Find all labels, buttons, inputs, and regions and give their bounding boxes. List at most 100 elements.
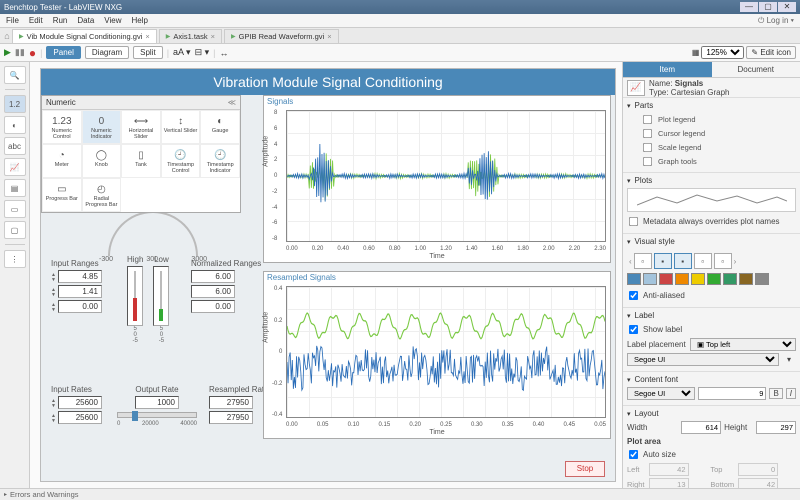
stop-button[interactable]: Stop [565, 461, 605, 477]
collapse-icon[interactable]: ≪ [228, 98, 236, 107]
input-range-field[interactable]: 0.00 [58, 300, 102, 313]
input-range-field[interactable]: 1.41 [58, 285, 102, 298]
font-button[interactable]: aA ▾ [173, 47, 191, 58]
menu-run[interactable]: Run [53, 16, 68, 25]
palette-item[interactable]: ⟷Horizontal Slider [121, 110, 161, 144]
palette-item[interactable]: ▭Progress Bar [42, 178, 82, 212]
close-icon[interactable]: × [327, 32, 331, 41]
palette-search[interactable]: 🔍 [4, 66, 26, 84]
palette-string[interactable]: abc [4, 137, 26, 155]
metadata-override-checkbox[interactable] [629, 217, 638, 226]
resampled-rate-field: 27950 [209, 411, 253, 424]
palette-boolean[interactable]: ◐ [4, 116, 26, 134]
input-range-field[interactable]: 4.85 [58, 270, 102, 283]
output-rate-field[interactable]: 1000 [135, 396, 179, 409]
menu-edit[interactable]: Edit [29, 16, 43, 25]
menu-help[interactable]: Help [131, 16, 147, 25]
input-rate-field[interactable]: 25600 [58, 411, 102, 424]
width-field[interactable] [681, 421, 721, 434]
palette-numeric[interactable]: 1.2 [4, 95, 26, 113]
view-split-button[interactable]: Split [133, 46, 163, 59]
palette-item[interactable]: 🕘Timestamp Control [161, 144, 201, 178]
output-rate-slider[interactable] [117, 412, 197, 418]
parts-scale-legend[interactable]: Scale legend [641, 141, 796, 154]
color-swatch[interactable] [723, 273, 737, 285]
login-link[interactable]: ⏻ Log in ▾ [758, 16, 794, 26]
palette-item[interactable]: ◔Meter [42, 144, 82, 178]
high-low-sliders: High 50-5 Low 50-5 [127, 255, 169, 344]
color-swatch[interactable] [755, 273, 769, 285]
menu-data[interactable]: Data [77, 16, 94, 25]
parts-cursor-legend[interactable]: Cursor legend [641, 127, 796, 140]
zoom-select[interactable]: 125% [701, 46, 744, 59]
document-tab[interactable]: ▶GPIB Read Waveform.gvi× [224, 29, 339, 43]
palette-item[interactable]: ◯Knob [82, 144, 122, 178]
normalized-ranges-cluster: Normalized Ranges 6.00 6.00 0.00 [191, 259, 261, 315]
label-font-select[interactable]: Segoe UI [627, 353, 779, 366]
palette-decoration[interactable]: ▢ [4, 221, 26, 239]
style-selector[interactable]: ‹ ▫▪▪▫▫ › [627, 249, 796, 273]
color-swatch[interactable] [691, 273, 705, 285]
close-icon[interactable]: × [145, 32, 149, 41]
color-swatch[interactable] [739, 273, 753, 285]
resampled-rate-field: 27950 [209, 396, 253, 409]
label-placement-select[interactable]: ▣ Top left [690, 338, 796, 351]
palette-item[interactable]: ◴Radial Progress Bar [82, 178, 122, 212]
italic-button[interactable]: I [786, 388, 796, 399]
arrange-button[interactable]: ↔ [219, 48, 228, 58]
color-swatch[interactable] [643, 273, 657, 285]
content-font-size[interactable] [698, 387, 766, 400]
parts-plot-legend[interactable]: Plot legend [641, 113, 796, 126]
show-label-checkbox[interactable] [629, 325, 638, 334]
palette-ring[interactable]: ▭ [4, 200, 26, 218]
color-swatches[interactable] [627, 273, 796, 285]
bottom-field [738, 478, 778, 488]
close-icon[interactable]: × [211, 32, 215, 41]
signals-graph[interactable]: Signals Amplitude 86420-2-4-6-8 0.000.20… [263, 95, 611, 263]
window-minimize[interactable]: — [740, 2, 758, 12]
input-rate-field[interactable]: 25600 [58, 396, 102, 409]
window-close[interactable]: ✕ [778, 2, 796, 12]
pause-button[interactable]: ▮▮ [15, 47, 25, 58]
anti-aliased-checkbox[interactable] [629, 291, 638, 300]
palette-item[interactable]: ◐Gauge [200, 110, 240, 144]
height-field[interactable] [756, 421, 796, 434]
color-swatch[interactable] [675, 273, 689, 285]
palette-item[interactable]: 🕘Timestamp Indicator [200, 144, 240, 178]
palette-item[interactable]: ▯Tank [121, 144, 161, 178]
window-maximize[interactable]: ▢ [759, 2, 777, 12]
palette-item[interactable]: 1.23Numeric Control [42, 110, 82, 144]
tab-item[interactable]: Item [623, 62, 712, 78]
home-icon[interactable]: ⌂ [2, 31, 12, 41]
edit-icon-button[interactable]: ✎ Edit icon [746, 46, 796, 59]
color-swatch[interactable] [707, 273, 721, 285]
view-panel-button[interactable]: Panel [46, 46, 80, 59]
palette-item[interactable]: ↕Vertical Slider [161, 110, 201, 144]
palette-array[interactable]: ▤ [4, 179, 26, 197]
color-swatch[interactable] [659, 273, 673, 285]
align-button[interactable]: ⊟ ▾ [195, 47, 210, 58]
menu-file[interactable]: File [6, 16, 19, 25]
autosize-checkbox[interactable] [629, 450, 638, 459]
numeric-palette-popup[interactable]: Numeric≪ 1.23Numeric Control0Numeric Ind… [41, 95, 241, 213]
high-slider[interactable] [127, 266, 143, 326]
palette-unpinned[interactable]: ⋮ [4, 250, 26, 268]
grid-icon[interactable]: ▦ [692, 48, 700, 57]
view-diagram-button[interactable]: Diagram [85, 46, 129, 59]
status-bar[interactable]: ▸Errors and Warnings [0, 488, 800, 500]
document-tab[interactable]: ▶Axis1.task× [159, 29, 222, 43]
resampled-signals-graph[interactable]: Resampled Signals Amplitude 0.40.20-0.2-… [263, 271, 611, 439]
content-font-select[interactable]: Segoe UI [627, 387, 695, 400]
low-slider[interactable] [153, 266, 169, 326]
abort-button[interactable]: ● [29, 46, 36, 60]
color-swatch[interactable] [627, 273, 641, 285]
tab-document[interactable]: Document [712, 62, 800, 78]
panel-canvas[interactable]: Vibration Module Signal Conditioning Num… [30, 62, 622, 488]
document-tab[interactable]: ▶Vib Module Signal Conditioning.gvi× [12, 29, 157, 43]
palette-chart[interactable]: 📈 [4, 158, 26, 176]
run-button[interactable]: ▶ [4, 47, 11, 58]
menu-view[interactable]: View [104, 16, 121, 25]
palette-item[interactable]: 0Numeric Indicator [82, 110, 122, 144]
parts-graph-tools[interactable]: Graph tools [641, 155, 796, 168]
bold-button[interactable]: B [769, 388, 782, 399]
